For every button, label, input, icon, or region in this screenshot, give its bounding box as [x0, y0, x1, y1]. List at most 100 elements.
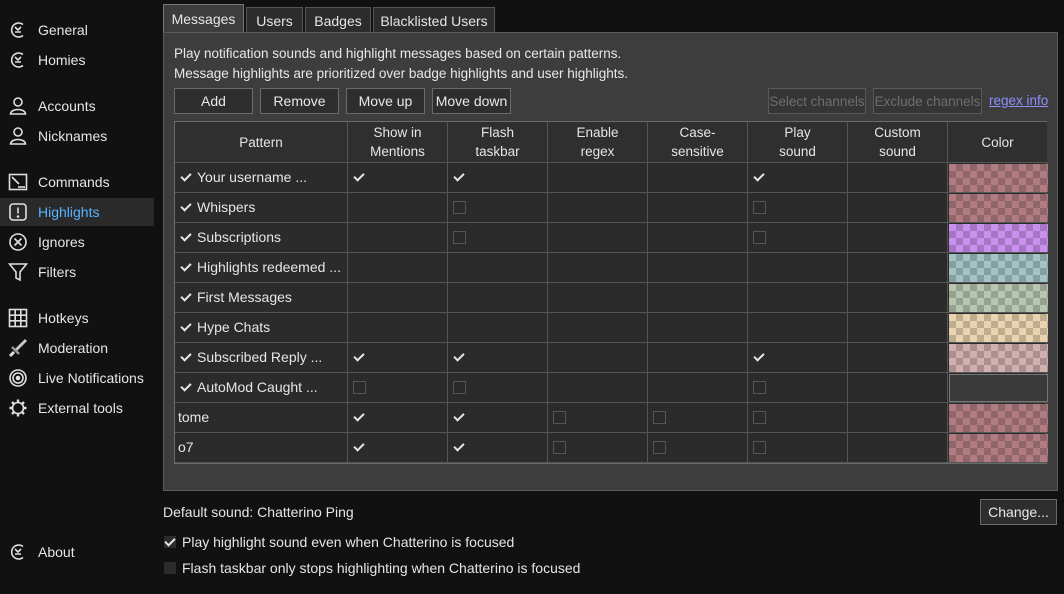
play-sound-cell[interactable]: [748, 373, 848, 403]
play-sound-focused-checkbox[interactable]: [164, 536, 176, 548]
custom-sound-cell[interactable]: [848, 163, 948, 193]
enable-regex-cell[interactable]: [548, 313, 648, 343]
flash-taskbar-checkbox[interactable]: [453, 441, 466, 454]
show-in-mentions-checkbox[interactable]: [353, 411, 366, 424]
enable-regex-cell[interactable]: [548, 253, 648, 283]
show-in-mentions-cell[interactable]: [348, 283, 448, 313]
header-show-in-mentions[interactable]: Show in Mentions: [348, 122, 448, 163]
pattern-cell[interactable]: First Messages: [175, 283, 348, 313]
flash-taskbar-cell[interactable]: [448, 403, 548, 433]
show-in-mentions-checkbox[interactable]: [353, 171, 366, 184]
enable-regex-checkbox[interactable]: [553, 441, 566, 454]
custom-sound-cell[interactable]: [848, 373, 948, 403]
play-sound-cell[interactable]: [748, 193, 848, 223]
case-sensitive-cell[interactable]: [648, 283, 748, 313]
color-cell[interactable]: [948, 403, 1048, 433]
header-pattern[interactable]: Pattern: [175, 122, 348, 163]
enable-regex-cell[interactable]: [548, 193, 648, 223]
show-in-mentions-checkbox[interactable]: [353, 351, 366, 364]
play-sound-cell[interactable]: [748, 253, 848, 283]
color-cell[interactable]: [948, 373, 1048, 403]
enabled-checkbox[interactable]: [180, 171, 193, 184]
enabled-checkbox[interactable]: [180, 261, 193, 274]
flash-taskbar-checkbox[interactable]: [453, 201, 466, 214]
sidebar-item-about[interactable]: About: [0, 538, 154, 566]
show-in-mentions-cell[interactable]: [348, 403, 448, 433]
case-sensitive-cell[interactable]: [648, 313, 748, 343]
show-in-mentions-cell[interactable]: [348, 163, 448, 193]
flash-taskbar-cell[interactable]: [448, 193, 548, 223]
enable-regex-cell[interactable]: [548, 433, 648, 463]
play-sound-checkbox[interactable]: [753, 351, 766, 364]
header-play-sound[interactable]: Play sound: [748, 122, 848, 163]
color-cell[interactable]: [948, 193, 1048, 223]
header-color[interactable]: Color: [948, 122, 1047, 163]
move-up-button[interactable]: Move up: [346, 88, 425, 114]
sidebar-item-live-notifications[interactable]: Live Notifications: [0, 364, 154, 392]
custom-sound-cell[interactable]: [848, 403, 948, 433]
play-sound-checkbox[interactable]: [753, 201, 766, 214]
show-in-mentions-cell[interactable]: [348, 343, 448, 373]
show-in-mentions-cell[interactable]: [348, 253, 448, 283]
color-swatch[interactable]: [949, 284, 1048, 312]
table-row[interactable]: o7: [175, 433, 1048, 463]
color-cell[interactable]: [948, 343, 1048, 373]
pattern-cell[interactable]: Hype Chats: [175, 313, 348, 343]
custom-sound-cell[interactable]: [848, 253, 948, 283]
play-sound-cell[interactable]: [748, 343, 848, 373]
flash-taskbar-cell[interactable]: [448, 313, 548, 343]
tab-users[interactable]: Users: [246, 7, 303, 33]
custom-sound-cell[interactable]: [848, 193, 948, 223]
case-sensitive-cell[interactable]: [648, 433, 748, 463]
pattern-cell[interactable]: Subscribed Reply ...: [175, 343, 348, 373]
sidebar-item-ignores[interactable]: Ignores: [0, 228, 154, 256]
table-row[interactable]: tome: [175, 403, 1048, 433]
tab-messages[interactable]: Messages: [163, 4, 244, 33]
show-in-mentions-cell[interactable]: [348, 313, 448, 343]
color-swatch[interactable]: [949, 404, 1048, 432]
table-row[interactable]: Highlights redeemed ...: [175, 253, 1048, 283]
table-row[interactable]: Hype Chats: [175, 313, 1048, 343]
enable-regex-cell[interactable]: [548, 373, 648, 403]
color-cell[interactable]: [948, 313, 1048, 343]
play-sound-checkbox[interactable]: [753, 381, 766, 394]
sidebar-item-accounts[interactable]: Accounts: [0, 92, 154, 120]
flash-taskbar-cell[interactable]: [448, 283, 548, 313]
table-row[interactable]: Subscriptions: [175, 223, 1048, 253]
sidebar-item-external-tools[interactable]: External tools: [0, 394, 154, 422]
enabled-checkbox[interactable]: [180, 291, 193, 304]
show-in-mentions-cell[interactable]: [348, 373, 448, 403]
color-swatch[interactable]: [949, 314, 1048, 342]
pattern-cell[interactable]: o7: [175, 433, 348, 463]
show-in-mentions-checkbox[interactable]: [353, 381, 366, 394]
case-sensitive-cell[interactable]: [648, 193, 748, 223]
add-button[interactable]: Add: [174, 88, 253, 114]
enabled-checkbox[interactable]: [180, 231, 193, 244]
sidebar-item-highlights[interactable]: Highlights: [0, 198, 154, 226]
header-case-sensitive[interactable]: Case- sensitive: [648, 122, 748, 163]
enabled-checkbox[interactable]: [180, 351, 193, 364]
case-sensitive-cell[interactable]: [648, 253, 748, 283]
play-sound-cell[interactable]: [748, 313, 848, 343]
select-channels-button[interactable]: Select channels: [768, 88, 866, 114]
flash-taskbar-cell[interactable]: [448, 433, 548, 463]
pattern-cell[interactable]: tome: [175, 403, 348, 433]
enabled-checkbox[interactable]: [180, 201, 193, 214]
play-sound-cell[interactable]: [748, 433, 848, 463]
case-sensitive-cell[interactable]: [648, 373, 748, 403]
flash-taskbar-checkbox[interactable]: [453, 381, 466, 394]
enable-regex-cell[interactable]: [548, 403, 648, 433]
color-swatch[interactable]: [949, 164, 1048, 192]
flash-taskbar-checkbox[interactable]: [453, 171, 466, 184]
enable-regex-cell[interactable]: [548, 343, 648, 373]
color-swatch[interactable]: [949, 374, 1048, 402]
pattern-cell[interactable]: AutoMod Caught ...: [175, 373, 348, 403]
color-cell[interactable]: [948, 253, 1048, 283]
move-down-button[interactable]: Move down: [432, 88, 511, 114]
table-row[interactable]: Subscribed Reply ...: [175, 343, 1048, 373]
flash-taskbar-focused-label[interactable]: Flash taskbar only stops highlighting wh…: [182, 560, 580, 576]
flash-taskbar-cell[interactable]: [448, 223, 548, 253]
color-swatch[interactable]: [949, 434, 1048, 462]
flash-taskbar-checkbox[interactable]: [453, 351, 466, 364]
enable-regex-cell[interactable]: [548, 163, 648, 193]
